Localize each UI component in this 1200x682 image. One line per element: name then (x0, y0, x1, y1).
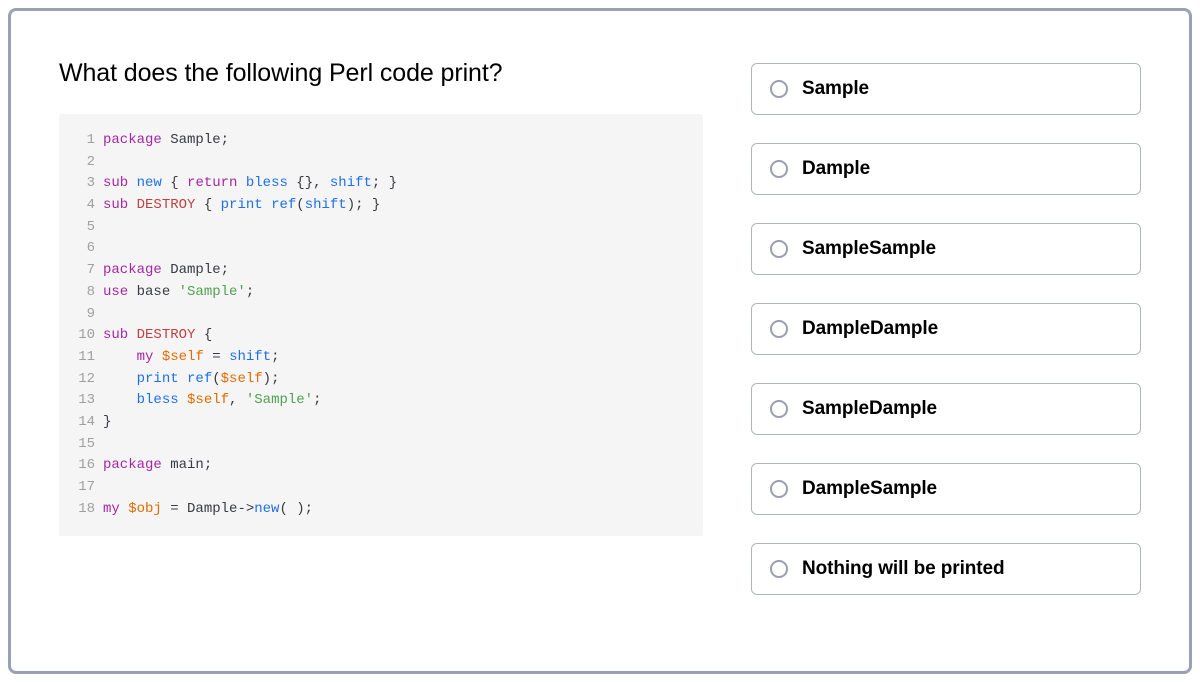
line-content: package main; (103, 455, 687, 477)
line-content: } (103, 412, 687, 434)
line-number: 6 (69, 238, 95, 260)
line-content (103, 217, 687, 239)
radio-icon (770, 160, 788, 178)
line-content (103, 477, 687, 499)
line-content: sub DESTROY { print ref(shift); } (103, 195, 687, 217)
answer-option[interactable]: SampleDample (751, 383, 1141, 435)
code-line: 5 (69, 217, 687, 239)
code-line: 17 (69, 477, 687, 499)
line-number: 9 (69, 304, 95, 326)
line-number: 4 (69, 195, 95, 217)
code-line: 6 (69, 238, 687, 260)
line-content: my $self = shift; (103, 347, 687, 369)
line-content (103, 434, 687, 456)
code-line: 11 my $self = shift; (69, 347, 687, 369)
line-number: 17 (69, 477, 95, 499)
answer-option[interactable]: Dample (751, 143, 1141, 195)
answer-label: Sample (802, 78, 869, 100)
code-block: 1 package Sample; 23 sub new { return bless… (59, 114, 703, 536)
line-number: 13 (69, 390, 95, 412)
code-line: 13 bless $self, 'Sample'; (69, 390, 687, 412)
line-number: 7 (69, 260, 95, 282)
code-line: 14} (69, 412, 687, 434)
code-line: 18 my $obj = Dample->new( ); (69, 499, 687, 521)
line-number: 18 (69, 499, 95, 521)
answer-label: Nothing will be printed (802, 558, 1004, 580)
code-line: 3 sub new { return bless {}, shift; } (69, 173, 687, 195)
answer-label: SampleDample (802, 398, 937, 420)
line-content (103, 238, 687, 260)
answer-label: SampleSample (802, 238, 936, 260)
code-line: 4 sub DESTROY { print ref(shift); } (69, 195, 687, 217)
line-number: 16 (69, 455, 95, 477)
line-content: use base 'Sample'; (103, 282, 687, 304)
answer-option[interactable]: DampleDample (751, 303, 1141, 355)
radio-icon (770, 400, 788, 418)
answer-option[interactable]: Nothing will be printed (751, 543, 1141, 595)
line-content: my $obj = Dample->new( ); (103, 499, 687, 521)
code-line: 12 print ref($self); (69, 369, 687, 391)
line-content: bless $self, 'Sample'; (103, 390, 687, 412)
answer-option[interactable]: DampleSample (751, 463, 1141, 515)
radio-icon (770, 480, 788, 498)
answers-column: SampleDampleSampleSampleDampleDampleSamp… (751, 59, 1141, 623)
code-line: 15 (69, 434, 687, 456)
line-content (103, 304, 687, 326)
answer-label: DampleDample (802, 318, 938, 340)
line-content: package Sample; (103, 130, 687, 152)
radio-icon (770, 80, 788, 98)
answer-label: Dample (802, 158, 870, 180)
radio-icon (770, 240, 788, 258)
code-line: 8 use base 'Sample'; (69, 282, 687, 304)
line-number: 15 (69, 434, 95, 456)
line-content: print ref($self); (103, 369, 687, 391)
radio-icon (770, 320, 788, 338)
line-number: 14 (69, 412, 95, 434)
question-title: What does the following Perl code print? (59, 59, 703, 88)
line-number: 10 (69, 325, 95, 347)
question-column: What does the following Perl code print?… (59, 59, 703, 623)
code-line: 16 package main; (69, 455, 687, 477)
line-content: sub new { return bless {}, shift; } (103, 173, 687, 195)
line-number: 1 (69, 130, 95, 152)
answer-option[interactable]: SampleSample (751, 223, 1141, 275)
radio-icon (770, 560, 788, 578)
line-number: 8 (69, 282, 95, 304)
line-content (103, 152, 687, 174)
line-number: 11 (69, 347, 95, 369)
line-number: 5 (69, 217, 95, 239)
line-number: 12 (69, 369, 95, 391)
code-line: 10 sub DESTROY { (69, 325, 687, 347)
line-content: package Dample; (103, 260, 687, 282)
code-line: 2 (69, 152, 687, 174)
quiz-frame: What does the following Perl code print?… (8, 8, 1192, 674)
line-content: sub DESTROY { (103, 325, 687, 347)
line-number: 3 (69, 173, 95, 195)
answer-label: DampleSample (802, 478, 937, 500)
answer-option[interactable]: Sample (751, 63, 1141, 115)
line-number: 2 (69, 152, 95, 174)
code-line: 9 (69, 304, 687, 326)
code-line: 7 package Dample; (69, 260, 687, 282)
code-line: 1 package Sample; (69, 130, 687, 152)
